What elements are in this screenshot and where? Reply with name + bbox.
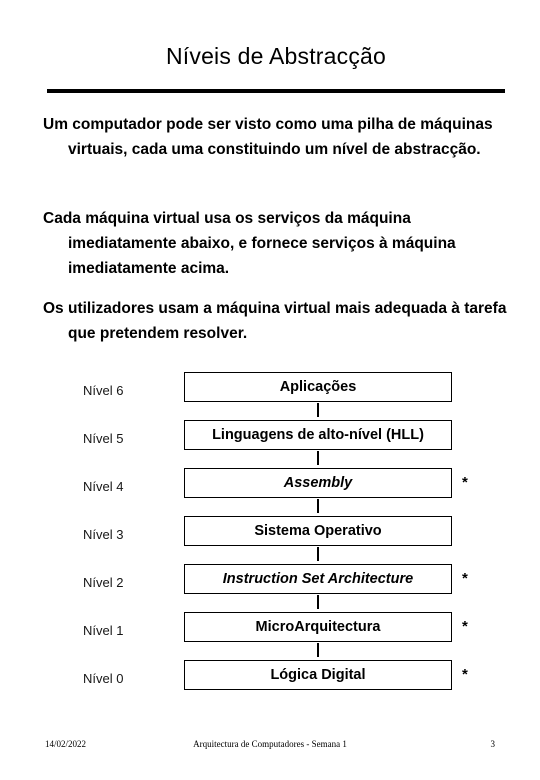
level-box-0: Lógica Digital [184,660,452,690]
level-row: Nível 6 Aplicações [0,369,540,417]
level-connector [317,595,319,609]
footer-page-number: 3 [490,739,496,749]
slide-canvas: Níveis de Abstracção Um computador pode … [0,0,540,780]
level-row: Nível 2 Instruction Set Architecture * [0,561,540,609]
footer-course-title: Arquitectura de Computadores - Semana 1 [193,739,347,749]
level-box-label: Lógica Digital [270,667,366,683]
body-paragraph-1: Um computador pode ser visto como uma pi… [43,112,513,162]
level-box-5: Linguagens de alto-nível (HLL) [184,420,452,450]
footer-date: 14/02/2022 [45,739,87,749]
slide-footer: 14/02/2022 Arquitectura de Computadores … [0,735,540,775]
abstraction-levels-diagram: Nível 6 Aplicações Nível 5 Linguagens de… [0,369,540,705]
level-box-label: Aplicações [279,379,357,395]
level-star-4: * [462,474,468,491]
level-row: Nível 1 MicroArquitectura * [0,609,540,657]
level-connector [317,403,319,417]
level-row: Nível 4 Assembly * [0,465,540,513]
level-box-1: MicroArquitectura [184,612,452,642]
level-connector [317,643,319,657]
level-row: Nível 0 Lógica Digital * [0,657,540,705]
level-box-label: Sistema Operativo [254,523,382,539]
level-box-label: Instruction Set Architecture [222,571,414,587]
level-label-5: Nível 5 [83,431,124,446]
body-paragraph-3: Os utilizadores usam a máquina virtual m… [43,296,513,346]
level-box-label: Linguagens de alto-nível (HLL) [212,427,424,443]
level-star-0: * [462,666,468,683]
paragraph-text: Cada máquina virtual usa os serviços da … [43,210,456,277]
level-box-2: Instruction Set Architecture [184,564,452,594]
level-label-1: Nível 1 [83,623,124,638]
level-box-label: Assembly [283,475,353,491]
level-row: Nível 5 Linguagens de alto-nível (HLL) [0,417,540,465]
title-divider [47,89,505,93]
level-row: Nível 3 Sistema Operativo [0,513,540,561]
body-paragraph-2: Cada máquina virtual usa os serviços da … [43,206,513,281]
paragraph-text: Os utilizadores usam a máquina virtual m… [43,300,507,342]
level-label-2: Nível 2 [83,575,124,590]
level-label-3: Nível 3 [83,527,124,542]
level-connector [317,499,319,513]
level-star-1: * [462,618,468,635]
level-connector [317,547,319,561]
level-label-6: Nível 6 [83,383,124,398]
page-title: Níveis de Abstracção [165,43,387,69]
level-box-4: Assembly [184,468,452,498]
level-box-label: MicroArquitectura [255,619,381,635]
paragraph-text: Um computador pode ser visto como uma pi… [43,116,493,158]
level-star-2: * [462,570,468,587]
level-label-4: Nível 4 [83,479,124,494]
level-connector [317,451,319,465]
level-box-3: Sistema Operativo [184,516,452,546]
level-box-6: Aplicações [184,372,452,402]
level-label-0: Nível 0 [83,671,124,686]
